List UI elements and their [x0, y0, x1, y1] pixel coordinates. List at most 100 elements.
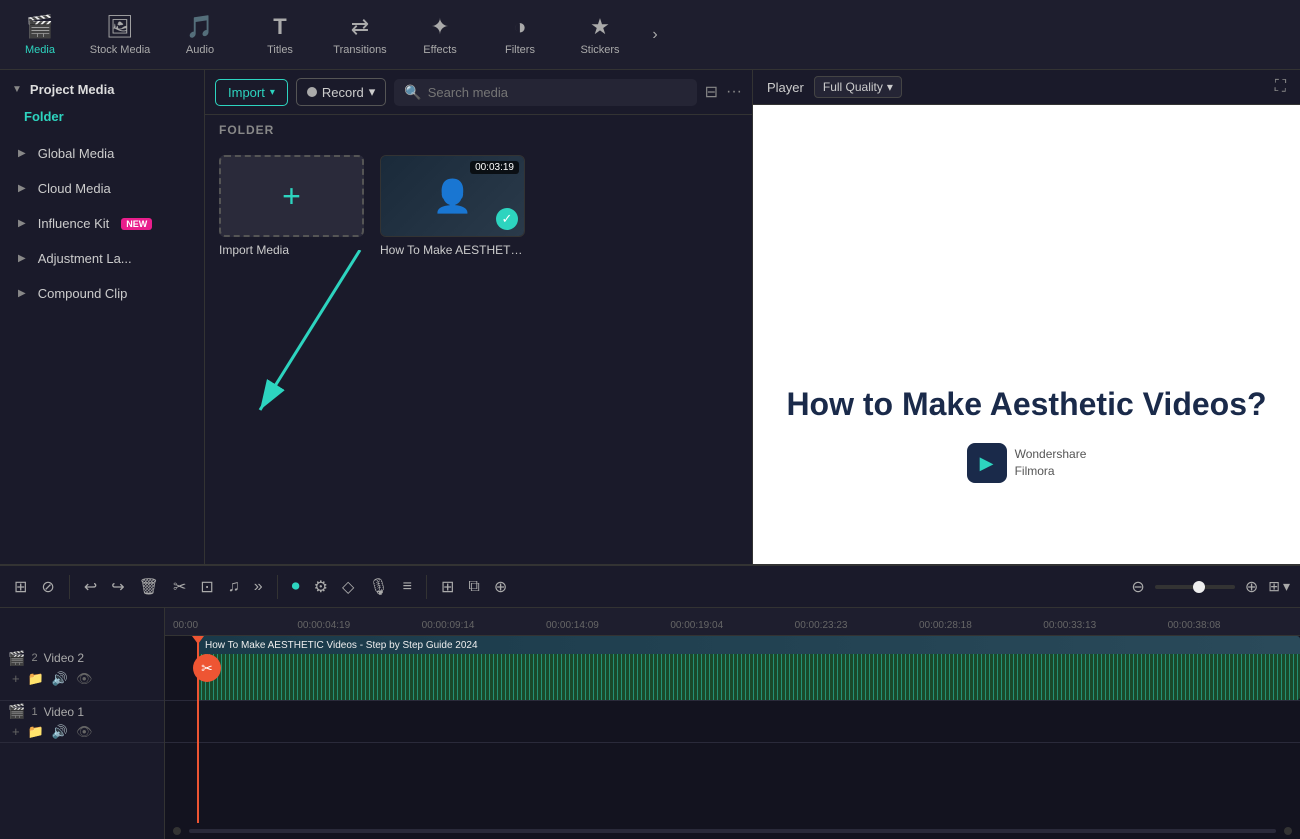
- toolbar-stock-media[interactable]: 🖼 Stock Media: [80, 0, 160, 70]
- project-media-header[interactable]: ▼ Project Media: [0, 70, 204, 105]
- annotation-arrow: [240, 250, 440, 450]
- effects-icon: ✦: [431, 14, 449, 40]
- video2-eye-icon[interactable]: 👁: [76, 671, 93, 687]
- video1-eye-icon[interactable]: 👁: [76, 724, 93, 740]
- import-button[interactable]: Import ▾: [215, 79, 288, 106]
- video2-folder-icon[interactable]: 📁: [28, 671, 44, 687]
- sidebar-item-compound-clip[interactable]: ▶ Compound Clip: [0, 276, 204, 311]
- player-fullscreen-icon[interactable]: ⛶: [1275, 78, 1286, 96]
- video2-mute-icon[interactable]: 🔊: [52, 671, 68, 687]
- add-track-icon[interactable]: ⊞: [10, 573, 31, 601]
- cut-button[interactable]: ✂: [169, 573, 190, 601]
- horizontal-scrollbar[interactable]: [189, 829, 1276, 833]
- toolbar-stock-label: Stock Media: [90, 44, 151, 56]
- player-label: Player: [767, 80, 804, 95]
- toolbar-effects-label: Effects: [423, 44, 456, 56]
- toolbar-titles-label: Titles: [267, 44, 293, 56]
- top-toolbar: 🎬 Media 🖼 Stock Media 🎵 Audio T Titles ⇄…: [0, 0, 1300, 70]
- grid-view-button[interactable]: ⊞ ▾: [1268, 578, 1290, 595]
- undo-button[interactable]: ↩: [80, 573, 101, 601]
- zoom-in-button[interactable]: ⊕: [1241, 573, 1262, 601]
- insert-media-icon[interactable]: ⊕: [490, 573, 511, 601]
- filmora-logo-text: Wondershare Filmora: [1015, 446, 1087, 480]
- toolbar-filters-label: Filters: [505, 44, 535, 56]
- project-media-label: Project Media: [30, 82, 115, 97]
- sidebar-item-global-media[interactable]: ▶ Global Media: [0, 136, 204, 171]
- zoom-out-button[interactable]: ⊖: [1127, 573, 1148, 601]
- timeline-area: ⊞ ⊘ ↩ ↪ 🗑 ✂ ⊡ ♫ » ⏺ ⚙ ◇ 🎙 ≡ ⊞ ⧉ ⊕ ⊖ ⊕ ⊞ …: [0, 564, 1300, 839]
- crop-button[interactable]: ⊡: [196, 573, 217, 601]
- player-header: Player Full Quality ▾ ⛶: [753, 70, 1300, 105]
- video2-add-icon[interactable]: +: [12, 671, 20, 687]
- toolbar-audio[interactable]: 🎵 Audio: [160, 0, 240, 70]
- toolbar-separator-1: [69, 575, 70, 599]
- toolbar-stickers-label: Stickers: [580, 44, 619, 56]
- logo-line2: Filmora: [1015, 464, 1055, 478]
- video2-camera-icon: 🎬: [8, 650, 25, 667]
- import-media-thumb[interactable]: +: [219, 155, 364, 237]
- video-clip-main[interactable]: How To Make AESTHETIC Videos - Step by S…: [197, 636, 1300, 700]
- more-options-icon[interactable]: ···: [726, 83, 742, 101]
- magnet-icon[interactable]: ⊘: [37, 573, 58, 601]
- filters-icon: ◑: [513, 14, 526, 40]
- audio-sync-button[interactable]: ♫: [224, 574, 244, 600]
- toolbar-media-label: Media: [25, 44, 55, 56]
- quality-label: Full Quality: [823, 80, 883, 94]
- record-button[interactable]: Record ▾: [296, 78, 386, 106]
- marker-icon[interactable]: ◇: [338, 573, 358, 601]
- video-media-thumb[interactable]: 👤 00:03:19 ✓: [380, 155, 525, 237]
- multicam-icon[interactable]: ⊞: [437, 573, 458, 601]
- toolbar-stickers[interactable]: ★ Stickers: [560, 0, 640, 70]
- toolbar-more-button[interactable]: ›: [640, 0, 670, 70]
- settings-icon[interactable]: ⚙: [310, 573, 332, 601]
- ripple-icon[interactable]: ≡: [399, 574, 416, 600]
- sidebar-item-influence-kit[interactable]: ▶ Influence Kit NEW: [0, 206, 204, 241]
- adjustment-label: Adjustment La...: [38, 251, 132, 266]
- add-media-icon: +: [282, 178, 301, 215]
- import-media-item[interactable]: + Import Media: [219, 155, 364, 257]
- transitions-icon: ⇄: [351, 14, 369, 40]
- media-grid: + Import Media 👤 00:03:19 ✓ How To Make …: [205, 145, 752, 267]
- video1-add-icon[interactable]: +: [12, 724, 20, 740]
- media-icon: 🎬: [26, 14, 53, 40]
- playhead[interactable]: [197, 636, 199, 823]
- video-check-icon: ✓: [496, 208, 518, 230]
- filter-icon[interactable]: ⊟: [705, 82, 718, 102]
- toolbar-media[interactable]: 🎬 Media: [0, 0, 80, 70]
- folder-label: Folder: [0, 105, 204, 136]
- sidebar-item-cloud-media[interactable]: ▶ Cloud Media: [0, 171, 204, 206]
- video1-mute-icon[interactable]: 🔊: [52, 724, 68, 740]
- ruler-mark-4: 00:00:19:04: [670, 620, 794, 631]
- ruler-mark-3: 00:00:14:09: [546, 620, 670, 631]
- video1-camera-icon: 🎬: [8, 703, 25, 720]
- ruler-mark-5: 00:00:23:23: [795, 620, 919, 631]
- timeline-tracks-body: ✂ How To Make AESTHETIC Videos - Step by…: [165, 636, 1300, 823]
- record-icon[interactable]: ⏺: [288, 574, 304, 600]
- cloud-media-arrow: ▶: [18, 183, 26, 194]
- search-input[interactable]: [428, 85, 687, 100]
- toolbar-transitions[interactable]: ⇄ Transitions: [320, 0, 400, 70]
- scroll-right-dot[interactable]: [1284, 827, 1292, 835]
- delete-button[interactable]: 🗑: [135, 573, 163, 601]
- record-dot-icon: [307, 87, 317, 97]
- redo-button[interactable]: ↪: [107, 573, 128, 601]
- scroll-left-dot[interactable]: [173, 827, 181, 835]
- toolbar-titles[interactable]: T Titles: [240, 0, 320, 70]
- zoom-knob[interactable]: [1193, 581, 1205, 593]
- compound-clip-label: Compound Clip: [38, 286, 128, 301]
- video-media-item[interactable]: 👤 00:03:19 ✓ How To Make AESTHETE...: [380, 155, 525, 257]
- toolbar-filters[interactable]: ◑ Filters: [480, 0, 560, 70]
- more-tools-button[interactable]: »: [250, 574, 267, 600]
- toolbar-effects[interactable]: ✦ Effects: [400, 0, 480, 70]
- ruler-mark-2: 00:00:09:14: [422, 620, 546, 631]
- import-caret-icon: ▾: [270, 87, 275, 98]
- search-bar: 🔍: [394, 79, 696, 106]
- zoom-track[interactable]: [1155, 585, 1235, 589]
- sidebar-item-adjustment[interactable]: ▶ Adjustment La...: [0, 241, 204, 276]
- player-quality-dropdown[interactable]: Full Quality ▾: [814, 76, 902, 98]
- video1-folder-icon[interactable]: 📁: [28, 724, 44, 740]
- voiceover-icon[interactable]: 🎙: [364, 573, 392, 601]
- pip-icon[interactable]: ⧉: [464, 574, 483, 600]
- stickers-icon: ★: [590, 14, 610, 40]
- timeline-tracks-header: 🎬 2 Video 2 + 📁 🔊 👁 🎬 1 Video 1: [0, 608, 165, 839]
